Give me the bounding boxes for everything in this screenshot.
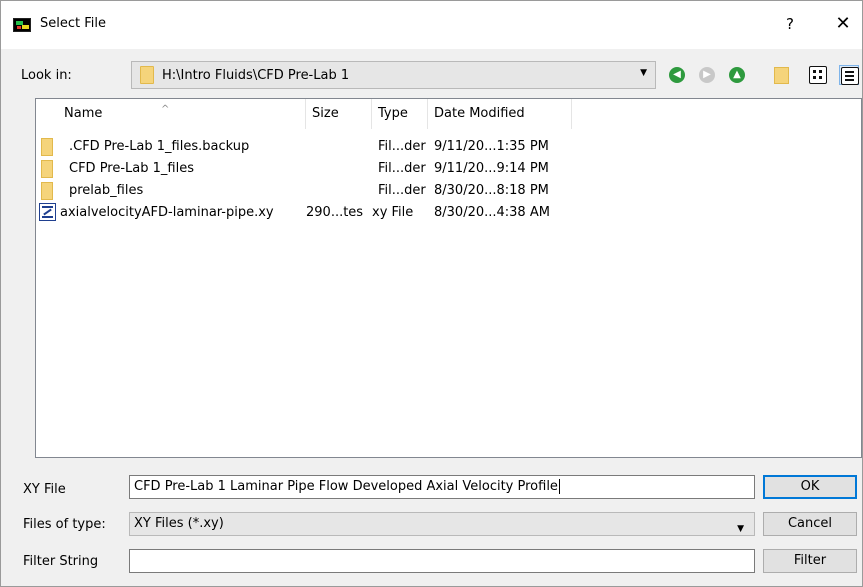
new-folder-button[interactable] <box>771 65 791 85</box>
app-icon <box>13 18 31 32</box>
back-button[interactable]: ◀ <box>667 65 687 85</box>
window-title: Select File <box>40 16 106 31</box>
sort-ascending-icon: ^ <box>161 104 170 115</box>
filetype-dropdown[interactable]: XY Files (*.xy) ▼ <box>129 512 755 536</box>
file-type: xy File <box>372 205 414 220</box>
filename-input[interactable]: CFD Pre-Lab 1 Laminar Pipe Flow Develope… <box>129 475 755 499</box>
file-name: axialvelocityAFD-laminar-pipe.xy <box>60 205 274 220</box>
list-view-icon <box>809 66 827 84</box>
file-date: 9/11/20...1:35 PM <box>434 139 549 154</box>
file-date: 8/30/20...8:18 PM <box>434 183 549 198</box>
detail-view-icon <box>841 67 859 85</box>
title-bar[interactable]: Select File ? ✕ <box>1 1 862 49</box>
list-view-button[interactable] <box>808 65 828 85</box>
list-item[interactable]: prelab_files Fil...der 8/30/20...8:18 PM <box>36 181 596 203</box>
file-name: prelab_files <box>69 183 144 198</box>
file-type: Fil...der <box>378 139 426 154</box>
xy-file-icon <box>39 203 56 221</box>
file-date: 9/11/20...9:14 PM <box>434 161 549 176</box>
up-folder-icon: ▲ <box>729 67 745 83</box>
file-type: Fil...der <box>378 161 426 176</box>
column-header-date[interactable]: Date Modified <box>428 99 572 129</box>
column-header-size[interactable]: Size <box>306 99 372 129</box>
list-item[interactable]: .CFD Pre-Lab 1_files.backup Fil...der 9/… <box>36 137 596 159</box>
list-item[interactable]: CFD Pre-Lab 1_files Fil...der 9/11/20...… <box>36 159 596 181</box>
file-list[interactable]: Name ^ Size Type Date Modified .CFD Pre-… <box>35 98 862 458</box>
detail-view-button[interactable] <box>839 65 859 85</box>
forward-icon: ▶ <box>699 67 715 83</box>
filetype-label: Files of type: <box>23 517 106 532</box>
file-size: 290...tes <box>306 205 364 220</box>
folder-icon <box>41 138 53 156</box>
look-in-dropdown[interactable]: H:\Intro Fluids\CFD Pre-Lab 1 ▼ <box>131 61 656 89</box>
look-in-path: H:\Intro Fluids\CFD Pre-Lab 1 <box>162 68 350 83</box>
file-date: 8/30/20...4:38 AM <box>434 205 550 220</box>
folder-icon <box>140 66 154 84</box>
up-folder-button[interactable]: ▲ <box>727 65 747 85</box>
file-name: .CFD Pre-Lab 1_files.backup <box>69 139 250 154</box>
chevron-down-icon: ▼ <box>737 524 744 534</box>
folder-icon <box>41 160 53 178</box>
close-button[interactable]: ✕ <box>831 12 855 36</box>
ok-button[interactable]: OK <box>763 475 857 499</box>
filter-string-input[interactable] <box>129 549 755 573</box>
filename-label: XY File <box>23 482 66 497</box>
chevron-down-icon: ▼ <box>640 68 647 78</box>
filter-string-label: Filter String <box>23 554 99 569</box>
cancel-button[interactable]: Cancel <box>763 512 857 536</box>
file-name: CFD Pre-Lab 1_files <box>69 161 194 176</box>
column-header-name[interactable]: Name ^ <box>36 99 306 129</box>
forward-button[interactable]: ▶ <box>697 65 717 85</box>
help-button[interactable]: ? <box>780 12 800 36</box>
list-item[interactable]: axialvelocityAFD-laminar-pipe.xy 290...t… <box>36 203 596 225</box>
look-in-label: Look in: <box>21 68 72 83</box>
folder-icon <box>41 182 53 200</box>
column-header-type[interactable]: Type <box>372 99 428 129</box>
file-type: Fil...der <box>378 183 426 198</box>
new-folder-icon <box>774 67 789 84</box>
filter-button[interactable]: Filter <box>763 549 857 573</box>
select-file-dialog: Select File ? ✕ Look in: H:\Intro Fluids… <box>0 0 863 587</box>
back-icon: ◀ <box>669 67 685 83</box>
